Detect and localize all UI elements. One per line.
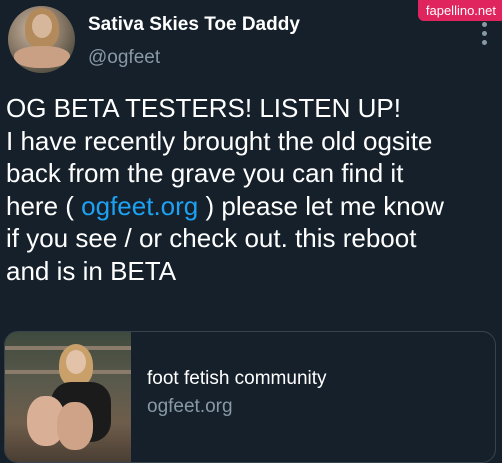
thumbnail-foot bbox=[57, 402, 93, 450]
tweet-line-1: OG BETA TESTERS! LISTEN UP! bbox=[6, 93, 401, 123]
display-name[interactable]: Sativa Skies Toe Daddy bbox=[88, 14, 300, 36]
tweet-line-3: back from the grave you can find it bbox=[6, 158, 404, 188]
card-thumbnail bbox=[5, 332, 131, 462]
avatar-feet bbox=[14, 46, 70, 68]
more-dot bbox=[482, 40, 487, 45]
card-domain: ogfeet.org bbox=[147, 396, 233, 417]
watermark-badge: fapellino.net bbox=[417, 0, 502, 21]
tweet-line-2: I have recently brought the old ogsite bbox=[6, 125, 433, 156]
tweet-line-4-after: ) please let me know bbox=[198, 190, 444, 221]
ogfeet-link[interactable]: ogfeet.org bbox=[81, 191, 198, 221]
thumbnail-face bbox=[66, 350, 86, 374]
tweet-line-4: here ( ogfeet.org ) please let me know bbox=[6, 190, 496, 223]
tweet-line-4-before: here ( bbox=[6, 190, 82, 221]
link-preview-card[interactable]: foot fetish community ogfeet.org bbox=[4, 331, 496, 463]
user-handle[interactable]: @ogfeet bbox=[88, 47, 160, 69]
tweet-line-6: and is in BETA bbox=[6, 255, 177, 286]
tweet-line-5: if you see / or check out. this reboot bbox=[6, 223, 417, 253]
tweet-text: OG BETA TESTERS! LISTEN UP! I have recen… bbox=[6, 92, 496, 287]
profile-avatar[interactable] bbox=[8, 6, 75, 73]
more-vertical-icon[interactable] bbox=[482, 22, 488, 45]
more-dot bbox=[482, 22, 487, 27]
card-text: foot fetish community ogfeet.org bbox=[131, 332, 327, 462]
card-title: foot fetish community bbox=[147, 368, 327, 389]
more-dot bbox=[482, 31, 487, 36]
avatar-face bbox=[32, 14, 52, 38]
